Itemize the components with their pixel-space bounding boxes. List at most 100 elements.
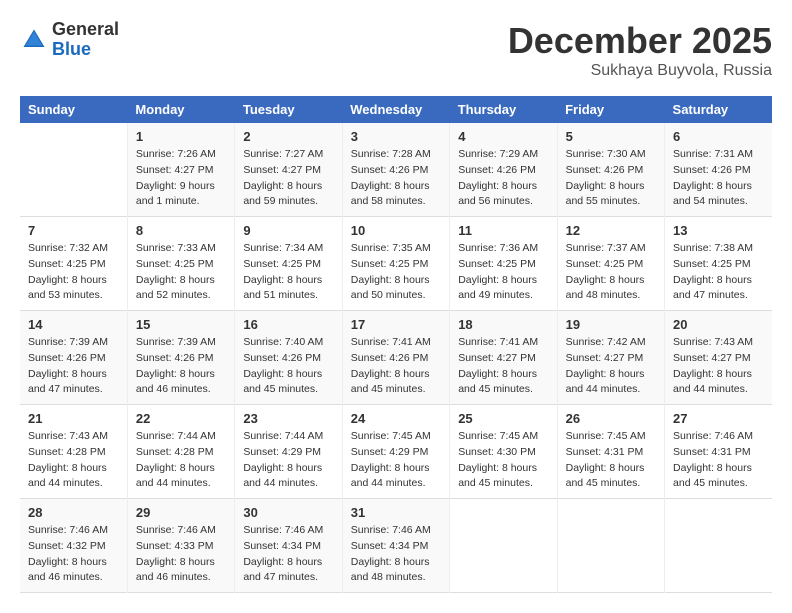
day-info: Sunrise: 7:36 AMSunset: 4:25 PMDaylight:… bbox=[458, 241, 548, 304]
day-info: Sunrise: 7:46 AMSunset: 4:31 PMDaylight:… bbox=[673, 429, 764, 492]
day-info: Sunrise: 7:29 AMSunset: 4:26 PMDaylight:… bbox=[458, 147, 548, 210]
month-title: December 2025 bbox=[508, 20, 772, 62]
calendar-cell: 25 Sunrise: 7:45 AMSunset: 4:30 PMDayligh… bbox=[450, 405, 557, 499]
day-info: Sunrise: 7:34 AMSunset: 4:25 PMDaylight:… bbox=[243, 241, 333, 304]
calendar-cell: 1 Sunrise: 7:26 AMSunset: 4:27 PMDaylight… bbox=[127, 123, 234, 217]
day-number: 19 bbox=[566, 317, 656, 332]
calendar-cell: 28 Sunrise: 7:46 AMSunset: 4:32 PMDayligh… bbox=[20, 499, 127, 593]
calendar-cell: 9 Sunrise: 7:34 AMSunset: 4:25 PMDaylight… bbox=[235, 217, 342, 311]
day-info: Sunrise: 7:26 AMSunset: 4:27 PMDaylight:… bbox=[136, 147, 226, 210]
day-info: Sunrise: 7:39 AMSunset: 4:26 PMDaylight:… bbox=[28, 335, 119, 398]
day-number: 20 bbox=[673, 317, 764, 332]
day-number: 4 bbox=[458, 129, 548, 144]
calendar-cell: 24 Sunrise: 7:45 AMSunset: 4:29 PMDayligh… bbox=[342, 405, 449, 499]
day-info: Sunrise: 7:30 AMSunset: 4:26 PMDaylight:… bbox=[566, 147, 656, 210]
day-info: Sunrise: 7:33 AMSunset: 4:25 PMDaylight:… bbox=[136, 241, 226, 304]
day-info: Sunrise: 7:41 AMSunset: 4:26 PMDaylight:… bbox=[351, 335, 441, 398]
calendar-cell: 29Sunrise: 7:46 AMSunset: 4:33 PMDayligh… bbox=[127, 499, 234, 593]
day-info: Sunrise: 7:28 AMSunset: 4:26 PMDaylight:… bbox=[351, 147, 441, 210]
day-info: Sunrise: 7:32 AMSunset: 4:25 PMDaylight:… bbox=[28, 241, 119, 304]
day-number: 6 bbox=[673, 129, 764, 144]
calendar-cell: 12Sunrise: 7:37 AMSunset: 4:25 PMDayligh… bbox=[557, 217, 664, 311]
header-monday: Monday bbox=[127, 96, 234, 123]
calendar-cell: 3 Sunrise: 7:28 AMSunset: 4:26 PMDaylight… bbox=[342, 123, 449, 217]
day-number: 25 bbox=[458, 411, 548, 426]
calendar-cell: 15Sunrise: 7:39 AMSunset: 4:26 PMDayligh… bbox=[127, 311, 234, 405]
day-number: 9 bbox=[243, 223, 333, 238]
day-number: 30 bbox=[243, 505, 333, 520]
day-number: 11 bbox=[458, 223, 548, 238]
page-header: General Blue December 2025 Sukhaya Buyvo… bbox=[20, 20, 772, 80]
header-friday: Friday bbox=[557, 96, 664, 123]
calendar-cell: 16Sunrise: 7:40 AMSunset: 4:26 PMDayligh… bbox=[235, 311, 342, 405]
calendar-header-row: SundayMondayTuesdayWednesdayThursdayFrid… bbox=[20, 96, 772, 123]
calendar-cell bbox=[450, 499, 557, 593]
day-info: Sunrise: 7:42 AMSunset: 4:27 PMDaylight:… bbox=[566, 335, 656, 398]
day-info: Sunrise: 7:40 AMSunset: 4:26 PMDaylight:… bbox=[243, 335, 333, 398]
day-number: 14 bbox=[28, 317, 119, 332]
calendar-cell: 7 Sunrise: 7:32 AMSunset: 4:25 PMDaylight… bbox=[20, 217, 127, 311]
calendar-cell bbox=[20, 123, 127, 217]
day-info: Sunrise: 7:43 AMSunset: 4:28 PMDaylight:… bbox=[28, 429, 119, 492]
day-number: 31 bbox=[351, 505, 441, 520]
day-info: Sunrise: 7:45 AMSunset: 4:30 PMDaylight:… bbox=[458, 429, 548, 492]
day-info: Sunrise: 7:27 AMSunset: 4:27 PMDaylight:… bbox=[243, 147, 333, 210]
day-number: 26 bbox=[566, 411, 656, 426]
day-info: Sunrise: 7:44 AMSunset: 4:29 PMDaylight:… bbox=[243, 429, 333, 492]
day-number: 5 bbox=[566, 129, 656, 144]
calendar-cell: 18 Sunrise: 7:41 AMSunset: 4:27 PMDayligh… bbox=[450, 311, 557, 405]
calendar-cell: 13Sunrise: 7:38 AMSunset: 4:25 PMDayligh… bbox=[665, 217, 772, 311]
day-number: 2 bbox=[243, 129, 333, 144]
day-info: Sunrise: 7:45 AMSunset: 4:31 PMDaylight:… bbox=[566, 429, 656, 492]
calendar-cell: 21 Sunrise: 7:43 AMSunset: 4:28 PMDayligh… bbox=[20, 405, 127, 499]
day-number: 3 bbox=[351, 129, 441, 144]
logo-blue: Blue bbox=[52, 40, 119, 60]
day-info: Sunrise: 7:43 AMSunset: 4:27 PMDaylight:… bbox=[673, 335, 764, 398]
day-info: Sunrise: 7:41 AMSunset: 4:27 PMDaylight:… bbox=[458, 335, 548, 398]
day-number: 7 bbox=[28, 223, 119, 238]
header-tuesday: Tuesday bbox=[235, 96, 342, 123]
logo-text: General Blue bbox=[52, 20, 119, 60]
calendar-cell: 5 Sunrise: 7:30 AMSunset: 4:26 PMDaylight… bbox=[557, 123, 664, 217]
day-number: 24 bbox=[351, 411, 441, 426]
day-number: 22 bbox=[136, 411, 226, 426]
day-info: Sunrise: 7:31 AMSunset: 4:26 PMDaylight:… bbox=[673, 147, 764, 210]
day-info: Sunrise: 7:35 AMSunset: 4:25 PMDaylight:… bbox=[351, 241, 441, 304]
day-info: Sunrise: 7:44 AMSunset: 4:28 PMDaylight:… bbox=[136, 429, 226, 492]
day-number: 23 bbox=[243, 411, 333, 426]
calendar-cell: 14 Sunrise: 7:39 AMSunset: 4:26 PMDayligh… bbox=[20, 311, 127, 405]
logo-icon bbox=[20, 26, 48, 54]
day-info: Sunrise: 7:46 AMSunset: 4:32 PMDaylight:… bbox=[28, 523, 119, 586]
calendar-cell: 30 Sunrise: 7:46 AMSunset: 4:34 PMDayligh… bbox=[235, 499, 342, 593]
day-info: Sunrise: 7:38 AMSunset: 4:25 PMDaylight:… bbox=[673, 241, 764, 304]
calendar-week-row: 1 Sunrise: 7:26 AMSunset: 4:27 PMDaylight… bbox=[20, 123, 772, 217]
day-number: 10 bbox=[351, 223, 441, 238]
day-number: 28 bbox=[28, 505, 119, 520]
day-info: Sunrise: 7:46 AMSunset: 4:34 PMDaylight:… bbox=[351, 523, 441, 586]
day-number: 1 bbox=[136, 129, 226, 144]
header-wednesday: Wednesday bbox=[342, 96, 449, 123]
calendar-cell: 26 Sunrise: 7:45 AMSunset: 4:31 PMDayligh… bbox=[557, 405, 664, 499]
calendar-week-row: 14 Sunrise: 7:39 AMSunset: 4:26 PMDayligh… bbox=[20, 311, 772, 405]
calendar-week-row: 28 Sunrise: 7:46 AMSunset: 4:32 PMDayligh… bbox=[20, 499, 772, 593]
header-sunday: Sunday bbox=[20, 96, 127, 123]
calendar-cell: 20 Sunrise: 7:43 AMSunset: 4:27 PMDayligh… bbox=[665, 311, 772, 405]
day-number: 18 bbox=[458, 317, 548, 332]
calendar-week-row: 21 Sunrise: 7:43 AMSunset: 4:28 PMDayligh… bbox=[20, 405, 772, 499]
calendar-cell: 17Sunrise: 7:41 AMSunset: 4:26 PMDayligh… bbox=[342, 311, 449, 405]
logo: General Blue bbox=[20, 20, 119, 60]
location-subtitle: Sukhaya Buyvola, Russia bbox=[508, 62, 772, 80]
calendar-cell: 22 Sunrise: 7:44 AMSunset: 4:28 PMDayligh… bbox=[127, 405, 234, 499]
calendar-cell: 4 Sunrise: 7:29 AMSunset: 4:26 PMDaylight… bbox=[450, 123, 557, 217]
calendar-cell: 2 Sunrise: 7:27 AMSunset: 4:27 PMDaylight… bbox=[235, 123, 342, 217]
calendar-cell: 19 Sunrise: 7:42 AMSunset: 4:27 PMDayligh… bbox=[557, 311, 664, 405]
calendar-cell: 6 Sunrise: 7:31 AMSunset: 4:26 PMDaylight… bbox=[665, 123, 772, 217]
calendar-cell: 11 Sunrise: 7:36 AMSunset: 4:25 PMDayligh… bbox=[450, 217, 557, 311]
day-info: Sunrise: 7:39 AMSunset: 4:26 PMDaylight:… bbox=[136, 335, 226, 398]
calendar-cell bbox=[557, 499, 664, 593]
day-info: Sunrise: 7:45 AMSunset: 4:29 PMDaylight:… bbox=[351, 429, 441, 492]
header-thursday: Thursday bbox=[450, 96, 557, 123]
day-number: 21 bbox=[28, 411, 119, 426]
day-info: Sunrise: 7:46 AMSunset: 4:34 PMDaylight:… bbox=[243, 523, 333, 586]
day-number: 12 bbox=[566, 223, 656, 238]
